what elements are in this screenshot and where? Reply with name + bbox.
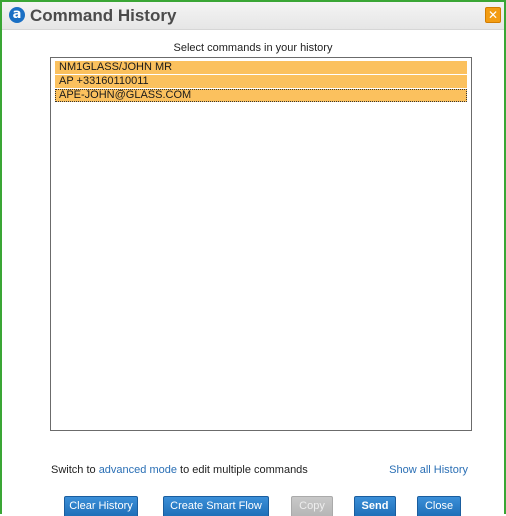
history-item[interactable]: APE-JOHN@GLASS.COM <box>55 89 467 102</box>
history-item[interactable]: AP +33160110011 <box>55 75 467 88</box>
clear-history-button[interactable]: Clear History <box>64 496 138 516</box>
advanced-mode-suffix: to edit multiple commands <box>176 464 308 476</box>
advanced-mode-link[interactable]: advanced mode <box>99 464 177 476</box>
create-smart-flow-button[interactable]: Create Smart Flow <box>163 496 269 516</box>
command-history-dialog: a Command History ✕ Select commands in y… <box>0 0 506 516</box>
close-icon[interactable]: ✕ <box>485 7 501 23</box>
advanced-mode-prefix: Switch to <box>51 464 99 476</box>
close-button[interactable]: Close <box>417 496 461 516</box>
dialog-title: Command History <box>30 6 177 25</box>
history-instruction: Select commands in your history <box>173 42 333 54</box>
history-list[interactable]: NM1GLASS/JOHN MR AP +33160110011 APE-JOH… <box>50 57 472 431</box>
dialog-titlebar[interactable]: a Command History ✕ <box>2 2 504 30</box>
send-button[interactable]: Send <box>354 496 396 516</box>
advanced-mode-note: Switch to advanced mode to edit multiple… <box>51 464 308 476</box>
history-item[interactable]: NM1GLASS/JOHN MR <box>55 61 467 74</box>
show-all-history-link[interactable]: Show all History <box>389 464 468 476</box>
copy-button[interactable]: Copy <box>291 496 333 516</box>
app-logo-icon: a <box>9 7 25 23</box>
